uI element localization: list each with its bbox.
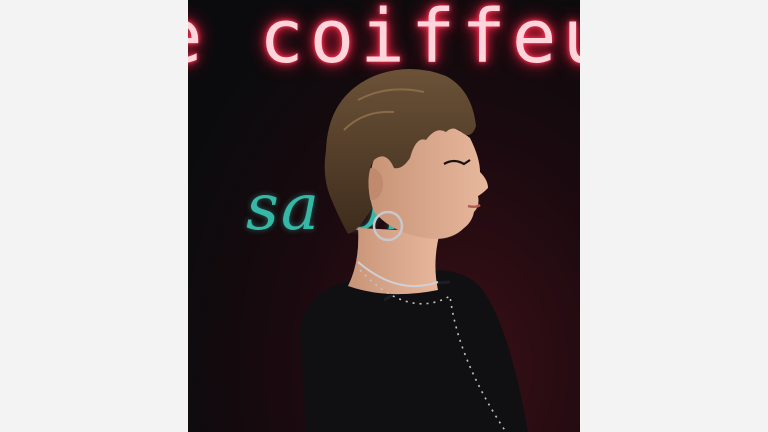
- black-shirt: [300, 269, 528, 432]
- portrait-illustration: [300, 69, 528, 432]
- salon-photo: e coiffeu sa on: [188, 0, 580, 432]
